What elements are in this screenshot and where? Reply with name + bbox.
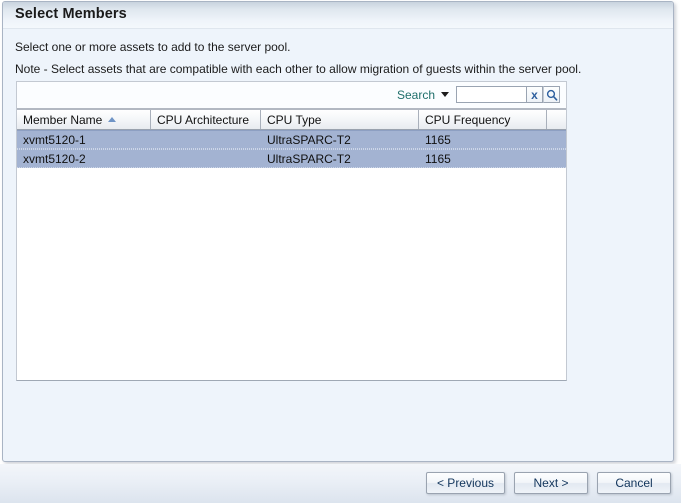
table-header-row: Member Name CPU Architecture CPU Type CP… <box>17 108 566 130</box>
table-body: xvmt5120-1 UltraSPARC-T2 1165 xvmt5120-2… <box>17 130 566 379</box>
cell-cpu-architecture <box>151 150 261 167</box>
cell-cpu-frequency: 1165 <box>425 132 451 147</box>
sort-ascending-icon[interactable] <box>108 117 117 122</box>
column-header-cpu-architecture[interactable]: CPU Architecture <box>151 110 261 129</box>
chevron-down-icon[interactable] <box>441 92 449 97</box>
column-header-label: CPU Type <box>267 112 322 127</box>
cell-cpu-architecture <box>151 131 261 148</box>
search-input[interactable] <box>456 86 526 103</box>
search-label[interactable]: Search <box>397 88 435 102</box>
instruction-note-text: Note - Select assets that are compatible… <box>15 62 582 76</box>
close-icon: x <box>531 87 538 102</box>
button-row: < Previous Next > Cancel <box>425 472 671 494</box>
instruction-primary-text: Select one or more assets to add to the … <box>15 40 291 54</box>
cell-member-name: xvmt5120-1 <box>23 132 86 147</box>
dialog-button-bar: < Previous Next > Cancel <box>0 464 681 503</box>
column-header-label: Member Name <box>23 112 103 127</box>
cancel-button[interactable]: Cancel <box>597 472 671 494</box>
select-members-dialog: Select Members Select one or more assets… <box>0 0 681 503</box>
previous-button[interactable]: < Previous <box>425 472 505 494</box>
column-header-label: CPU Architecture <box>157 112 250 127</box>
cell-cpu-frequency: 1165 <box>425 151 451 166</box>
magnifier-icon <box>546 89 557 101</box>
table-row[interactable]: xvmt5120-1 UltraSPARC-T2 1165 <box>17 130 566 149</box>
dialog-title-bar: Select Members <box>3 2 673 29</box>
clear-search-button[interactable]: x <box>526 86 543 103</box>
table-toolbar: Search x <box>17 81 566 108</box>
column-header-label: CPU Frequency <box>425 112 511 127</box>
table-row[interactable]: xvmt5120-2 UltraSPARC-T2 1165 <box>17 149 566 168</box>
next-button[interactable]: Next > <box>514 472 588 494</box>
search-area: Search x <box>397 85 560 104</box>
cell-cpu-type: UltraSPARC-T2 <box>267 151 351 166</box>
search-button[interactable] <box>543 86 560 103</box>
page-title: Select Members <box>15 6 127 22</box>
cell-cpu-type: UltraSPARC-T2 <box>267 132 351 147</box>
dialog-content-panel: Select Members Select one or more assets… <box>2 1 674 462</box>
cell-member-name: xvmt5120-2 <box>23 151 86 166</box>
members-table-panel: Search x Member Name CPU Architecture CP… <box>16 81 567 381</box>
column-header-cpu-frequency[interactable]: CPU Frequency <box>419 110 547 129</box>
column-header-member-name[interactable]: Member Name <box>17 110 151 129</box>
column-header-cpu-type[interactable]: CPU Type <box>261 110 419 129</box>
